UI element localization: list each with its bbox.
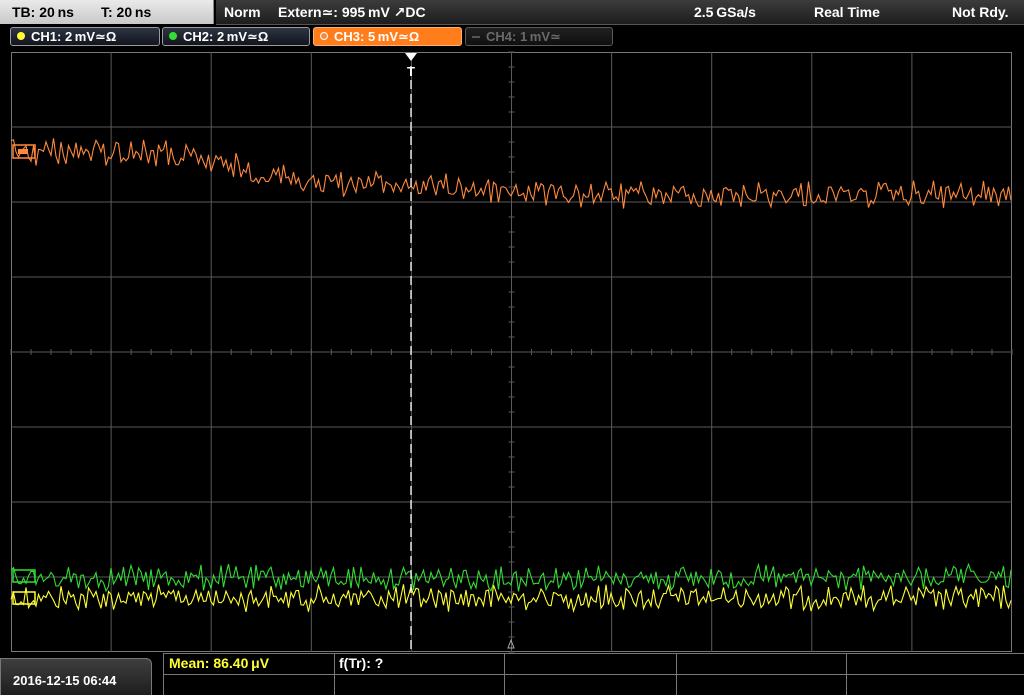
date-time: 2016-12-15 06:44 [13, 673, 117, 688]
waveform-plot: T [10, 51, 1013, 653]
measurement-column-divider [504, 653, 505, 695]
measurement-row-divider [163, 674, 1024, 695]
function-measurement: f(Tr): ? [339, 655, 384, 671]
measurement-column-divider [846, 653, 847, 695]
bottom-bar: 2016-12-15 06:44 Mean: 86.40 μV f(Tr): ? [0, 653, 1024, 695]
mean-measurement: Mean: 86.40 μV [169, 655, 270, 671]
date-time-panel[interactable]: 2016-12-15 06:44 [0, 658, 152, 695]
trigger-marker-label: T [407, 64, 415, 79]
measurement-panel[interactable]: Mean: 86.40 μV f(Tr): ? [163, 653, 1024, 695]
measurement-row-divider [163, 653, 1024, 674]
trigger-arrow-icon [405, 53, 417, 61]
measurement-column-divider [334, 653, 335, 695]
measurement-column-divider [163, 653, 164, 695]
measurement-column-divider [676, 653, 677, 695]
graticule [10, 51, 1013, 653]
